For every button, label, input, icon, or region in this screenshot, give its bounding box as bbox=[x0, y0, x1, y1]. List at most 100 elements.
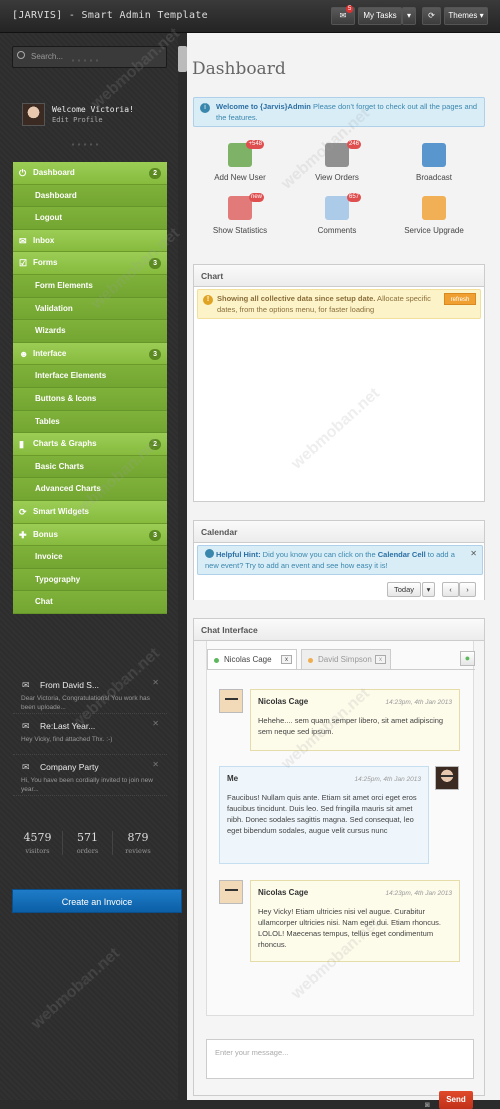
chat-panel: Chat Interface Nicolas Cage x David Simp… bbox=[193, 618, 485, 1109]
tasks-dropdown-button[interactable]: ▾ bbox=[402, 7, 416, 25]
chat-message-input[interactable]: Enter your message... bbox=[206, 1039, 474, 1079]
sidebar-item[interactable]: Wizards bbox=[13, 320, 167, 343]
count-badge: 3 bbox=[149, 348, 161, 360]
sidebar-item[interactable]: Buttons & Icons bbox=[13, 387, 167, 411]
mail-icon: ✉ bbox=[22, 762, 30, 772]
sidebar-item-label: Chat bbox=[35, 597, 53, 607]
sidebar-item-label: Bonus bbox=[33, 529, 58, 539]
sidebar-item[interactable]: ⟳ Smart Widgets bbox=[13, 500, 167, 524]
send-button[interactable]: Send bbox=[439, 1091, 473, 1109]
caret-down-icon: ▾ bbox=[406, 11, 411, 20]
calendar-today-button[interactable]: Today bbox=[387, 582, 421, 597]
close-tab-icon[interactable]: x bbox=[375, 655, 386, 664]
refresh-chart-button[interactable]: refresh bbox=[444, 293, 476, 305]
sidebar-item-label: Dashboard bbox=[33, 168, 75, 177]
close-icon[interactable]: ✕ bbox=[152, 678, 159, 687]
sidebar-item-label: Wizards bbox=[35, 326, 66, 336]
mail-icon: ✉ bbox=[339, 11, 347, 20]
chat-tab-nicolas[interactable]: Nicolas Cage x bbox=[207, 649, 297, 669]
close-tab-icon[interactable]: x bbox=[281, 655, 292, 664]
calendar-dropdown-button[interactable]: ▾ bbox=[422, 582, 435, 597]
chat-message: Nicolas Cage 14:23pm, 4th Jan 2013 Hey V… bbox=[250, 880, 460, 962]
chevron-left-icon: ‹ bbox=[449, 585, 452, 594]
plus-icon: ✚ bbox=[19, 529, 27, 540]
sidebar-item[interactable]: ✉ Inbox bbox=[13, 229, 167, 253]
stat-label: reviews bbox=[125, 847, 151, 855]
calendar-hint-alert: Helpful Hint: Did you know you can click… bbox=[197, 545, 483, 575]
sidebar-item[interactable]: ☑ Forms 3 bbox=[13, 252, 167, 275]
camera-icon[interactable]: ◙ bbox=[425, 1100, 430, 1109]
sidebar-item[interactable]: ✚ Bonus 3 bbox=[13, 523, 167, 547]
sidebar-item[interactable]: Chat bbox=[13, 591, 167, 614]
sidebar-item[interactable]: ⏻ Dashboard 2 bbox=[13, 162, 167, 185]
sidebar-item[interactable]: Validation bbox=[13, 297, 167, 321]
sidebar-item-label: Smart Widgets bbox=[33, 506, 89, 516]
create-invoice-button[interactable]: Create an Invoice bbox=[12, 889, 182, 913]
welcome-alert: i Welcome to {Jarvis}Admin Please don't … bbox=[193, 97, 485, 127]
shortcut-label: View Orders bbox=[315, 173, 359, 182]
search-input[interactable]: Search... bbox=[12, 46, 167, 68]
avatar[interactable] bbox=[22, 103, 45, 126]
refresh-button[interactable]: ⟳ bbox=[422, 7, 441, 25]
chat-message-time: 14:23pm, 4th Jan 2013 bbox=[385, 890, 453, 897]
sidebar-message[interactable]: ✉ From David S... ✕ Dear Victoria, Congratu… bbox=[13, 673, 167, 714]
mail-button[interactable]: ✉ 5 bbox=[331, 5, 355, 25]
shortcut-button[interactable]: 657 Comments bbox=[292, 193, 382, 235]
shortcut-button[interactable]: Broadcast bbox=[389, 143, 479, 182]
sidebar-item[interactable]: ▮ Charts & Graphs 2 bbox=[13, 433, 167, 456]
chevron-right-icon: › bbox=[466, 585, 469, 594]
search-icon bbox=[17, 51, 25, 59]
calendar-prev-button[interactable]: ‹ bbox=[442, 582, 459, 597]
mail-icon: ✉ bbox=[22, 721, 30, 731]
chat-message-me: Me 14:25pm, 4th Jan 2013 Faucibus! Nulla… bbox=[219, 766, 429, 864]
sidebar-messages: ✉ From David S... ✕ Dear Victoria, Congratu… bbox=[13, 673, 167, 796]
sidebar-item[interactable]: Logout bbox=[13, 207, 167, 230]
shortcut-button[interactable]: Service Upgrade bbox=[389, 196, 479, 235]
shortcut-button[interactable]: new Show Statistics bbox=[195, 193, 285, 235]
calendar-next-button[interactable]: › bbox=[459, 582, 476, 597]
sidebar-item[interactable]: Basic Charts bbox=[13, 455, 167, 479]
chat-tab-david[interactable]: David Simpson x bbox=[301, 649, 391, 669]
shortcut-button[interactable]: +548 Add New User bbox=[195, 140, 285, 182]
chat-message-time: 14:23pm, 4th Jan 2013 bbox=[385, 699, 453, 706]
user-icon: ☻ bbox=[19, 348, 29, 359]
chart-panel-title: Chart bbox=[194, 265, 484, 287]
sidebar: Search... Welcome Victoria! Edit Profile… bbox=[0, 33, 182, 1100]
message-preview: Hey Vicky, find attached Thx. :-) bbox=[21, 736, 113, 743]
themes-button[interactable]: Themes ▾ bbox=[444, 7, 488, 25]
sidebar-message[interactable]: ✉ Company Party ✕ Hi, You have been cordial… bbox=[13, 755, 167, 796]
message-title: From David S... bbox=[40, 680, 100, 690]
main-content: Dashboard i Welcome to {Jarvis}Admin Ple… bbox=[187, 33, 500, 1109]
close-icon[interactable]: ✕ bbox=[470, 548, 477, 559]
sidebar-item[interactable]: Form Elements bbox=[13, 274, 167, 298]
user-profile: Welcome Victoria! Edit Profile bbox=[22, 103, 172, 133]
add-user-icon[interactable]: ● bbox=[460, 651, 475, 666]
close-icon[interactable]: ✕ bbox=[152, 760, 159, 769]
sidebar-item[interactable]: Invoice bbox=[13, 546, 167, 569]
divider bbox=[207, 669, 475, 670]
mail-icon: ✉ bbox=[19, 235, 27, 246]
upgrade-icon bbox=[422, 196, 446, 220]
chart-alert-title: Showing all collective data since setup … bbox=[217, 294, 376, 303]
shortcut-badge: 246 bbox=[346, 140, 361, 149]
sidebar-item-label: Inbox bbox=[33, 235, 55, 245]
sidebar-item[interactable]: Typography bbox=[13, 568, 167, 592]
shortcut-button[interactable]: 246 View Orders bbox=[292, 140, 382, 182]
sidebar-item-label: Dashboard bbox=[35, 190, 77, 200]
sidebar-scrollbar[interactable] bbox=[178, 46, 187, 72]
sidebar-item-label: Basic Charts bbox=[35, 461, 84, 471]
my-tasks-button[interactable]: My Tasks bbox=[358, 7, 402, 25]
sidebar-message[interactable]: ✉ Re:Last Year... ✕ Hey Vicky, find attache… bbox=[13, 714, 167, 755]
sidebar-item-label: Interface bbox=[33, 348, 67, 358]
sidebar-stat: 4579 visitors bbox=[13, 831, 63, 855]
sidebar-item[interactable]: Dashboard bbox=[13, 184, 167, 208]
close-icon[interactable]: ✕ bbox=[152, 719, 159, 728]
edit-profile-link[interactable]: Edit Profile bbox=[52, 116, 103, 124]
page-title: Dashboard bbox=[192, 59, 286, 79]
sidebar-item[interactable]: Advanced Charts bbox=[13, 478, 167, 501]
sidebar-item[interactable]: Interface Elements bbox=[13, 365, 167, 388]
sidebar-item-label: Forms bbox=[33, 258, 58, 268]
sidebar-item[interactable]: ☻ Interface 3 bbox=[13, 342, 167, 366]
count-badge: 2 bbox=[149, 439, 161, 451]
sidebar-item[interactable]: Tables bbox=[13, 410, 167, 434]
